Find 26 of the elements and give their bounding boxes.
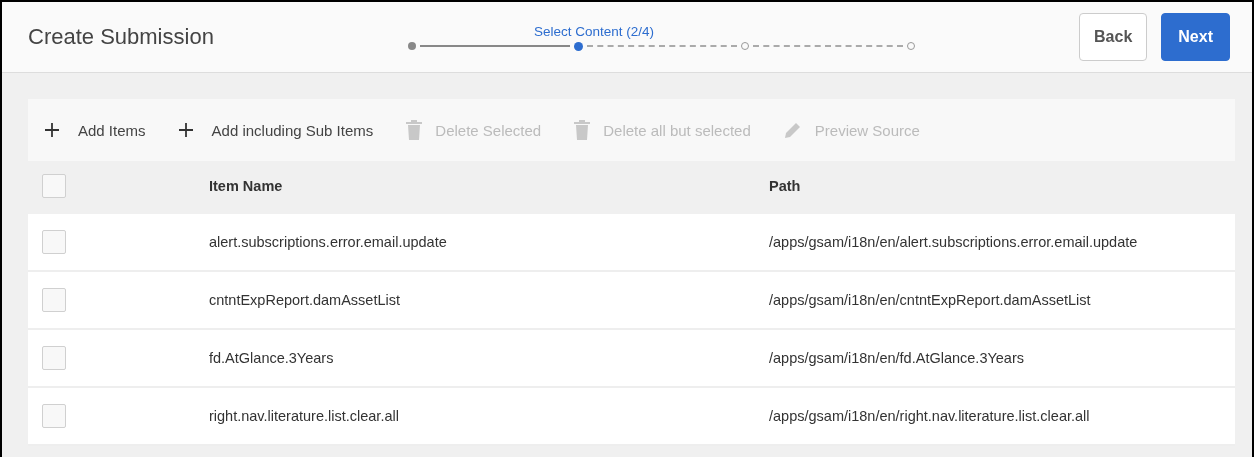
trash-icon xyxy=(573,119,592,141)
table-cell-text: /apps/gsam/i18n/en/alert.subscriptions.error.email.update xyxy=(769,234,1139,250)
checkbox[interactable] xyxy=(42,174,66,198)
column-header: Item Name xyxy=(209,178,284,194)
table-cell-text: /apps/gsam/i18n/en/cntntExpReport.damAssetList xyxy=(769,292,1092,308)
next-button[interactable]: Next xyxy=(1161,13,1230,61)
toolbar-button[interactable]: Add including Sub Items xyxy=(177,121,374,139)
table-cell-text: /apps/gsam/i18n/en/right.nav.literature.list.clear.all xyxy=(769,408,1091,424)
pencil-icon xyxy=(782,120,803,140)
table-cell-text: fd.AtGlance.3Years xyxy=(209,350,335,366)
table-cell-text: right.nav.literature.list.clear.all xyxy=(209,408,400,424)
trash-icon xyxy=(405,119,424,141)
back-button[interactable]: Back xyxy=(1079,13,1148,61)
table-cell-text: cntntExpReport.damAssetList xyxy=(209,292,401,308)
table-cell-text: /apps/gsam/i18n/en/fd.AtGlance.3Years xyxy=(769,350,1025,366)
checkbox[interactable] xyxy=(42,288,66,312)
plus-icon xyxy=(44,122,60,138)
toolbar-button[interactable]: Add Items xyxy=(44,121,146,139)
page-title: Create Submission xyxy=(28,24,215,50)
checkbox[interactable] xyxy=(42,230,66,254)
table-cell-text: alert.subscriptions.error.email.update xyxy=(209,234,448,250)
checkbox[interactable] xyxy=(42,346,66,370)
step-label: Select Content (2/4) xyxy=(534,23,655,39)
checkbox[interactable] xyxy=(42,404,66,428)
column-header: Path xyxy=(769,178,802,194)
plus-icon xyxy=(177,122,194,138)
